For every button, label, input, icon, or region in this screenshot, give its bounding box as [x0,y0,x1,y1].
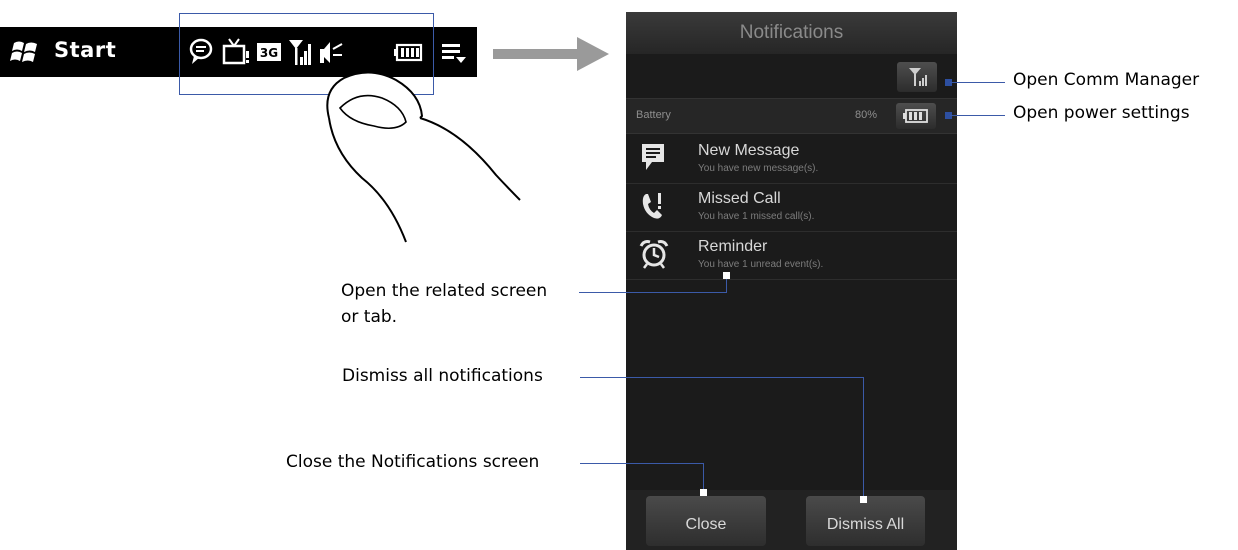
callout-related-line1: Open the related screen [341,281,548,301]
notification-subtitle: You have 1 missed call(s). [698,211,815,222]
callout-close-screen: Close the Notifications screen [286,452,540,472]
callout-marker [860,496,867,503]
comm-manager-button[interactable] [897,62,937,92]
callout-related-screen: Open the related screen or tab. [341,278,547,330]
callout-power-settings: Open power settings [1013,103,1190,123]
callout-marker [700,489,707,496]
notification-subtitle: You have 1 unread event(s). [698,259,824,270]
notification-title: Reminder [698,238,768,255]
notification-subtitle: You have new message(s). [698,163,819,174]
callout-line [950,82,1005,84]
dismiss-all-button[interactable]: Dismiss All [806,496,925,546]
windows-flag-icon[interactable] [10,37,40,67]
finger-illustration [326,71,521,243]
notification-title: New Message [698,142,800,159]
battery-icon [903,109,928,123]
callout-line [580,463,704,465]
notification-reminder[interactable]: Reminder You have 1 unread event(s). [626,232,957,280]
message-icon [638,142,670,174]
callout-related-line2: or tab. [341,307,398,327]
callout-comm-manager: Open Comm Manager [1013,70,1200,90]
callout-line [863,377,865,497]
callout-dismiss-all: Dismiss all notifications [342,366,543,386]
alarm-clock-icon [638,238,670,270]
notifications-screen: Notifications Battery 80% New Message Yo… [626,12,957,550]
missed-call-icon [638,190,670,222]
start-label[interactable]: Start [54,38,116,62]
callout-line [579,292,727,294]
notification-new-message[interactable]: New Message You have new message(s). [626,136,957,184]
battery-label: Battery [636,109,671,121]
callout-line [580,377,864,379]
battery-percent: 80% [855,109,878,121]
callout-line [703,463,705,490]
power-settings-button[interactable] [896,103,936,129]
close-button[interactable]: Close [646,496,766,546]
page-title: Notifications [626,12,957,54]
battery-row: Battery 80% [626,98,957,134]
arrow-right-icon [493,37,609,71]
callout-marker [723,272,730,279]
notification-title: Missed Call [698,190,781,207]
signal-icon [909,68,927,86]
callout-line [950,115,1005,117]
notification-missed-call[interactable]: Missed Call You have 1 missed call(s). [626,184,957,232]
